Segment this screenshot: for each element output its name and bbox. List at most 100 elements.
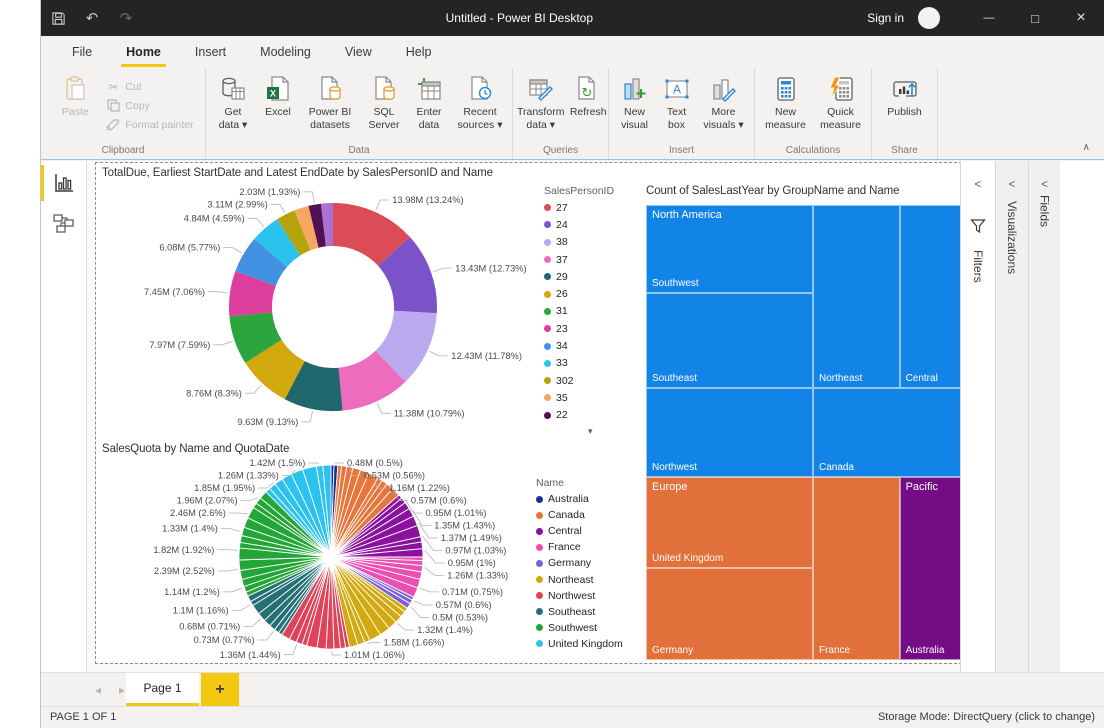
tab-insert[interactable]: Insert	[178, 36, 243, 68]
data-label: 0.95M (1%)	[448, 558, 496, 568]
save-icon	[51, 11, 66, 26]
paste-button[interactable]: Paste	[52, 73, 98, 119]
svg-text:X: X	[270, 89, 276, 99]
maximize-button[interactable]: □	[1012, 0, 1058, 36]
publish-button[interactable]: Publish	[879, 73, 931, 119]
transform-data-button[interactable]: Transformdata ▾	[513, 73, 568, 131]
legend-item[interactable]: 23	[544, 320, 614, 337]
cut-icon: ✂	[104, 79, 122, 95]
save-button[interactable]	[41, 0, 75, 36]
legend-item[interactable]: Central	[536, 523, 623, 539]
label-leader-line	[424, 568, 444, 576]
treemap-cell-france[interactable]: France	[813, 477, 900, 660]
label-leader-line	[367, 643, 380, 644]
cut-button[interactable]: ✂Cut	[104, 77, 193, 96]
sql-server-button[interactable]: SQLServer	[361, 73, 407, 131]
donut-legend: SalesPersonID272438372926312334333023522…	[544, 185, 614, 437]
legend-item[interactable]: 22	[544, 407, 614, 424]
legend-item[interactable]: Australia	[536, 491, 623, 507]
legend-item[interactable]: 27	[544, 199, 614, 216]
powerbi-datasets-button[interactable]: Power BIdatasets	[299, 73, 361, 131]
tab-modeling[interactable]: Modeling	[243, 36, 328, 68]
new-visual-button[interactable]: Newvisual	[612, 73, 658, 131]
legend-item[interactable]: Southwest	[536, 620, 623, 636]
storage-mode-status[interactable]: Storage Mode: DirectQuery (click to chan…	[878, 711, 1095, 723]
undo-button[interactable]: ↶	[75, 0, 109, 36]
legend-item[interactable]: 33	[544, 355, 614, 372]
treemap-chart[interactable]: North AmericaSouthwestSoutheastNorthwest…	[646, 205, 991, 660]
collapse-ribbon-button[interactable]: ∧	[1083, 142, 1090, 153]
previous-page-button[interactable]: ◂	[86, 683, 110, 697]
data-label: 1.85M (1.95%)	[194, 483, 255, 493]
treemap-cell-southeast[interactable]: Southeast	[646, 293, 813, 388]
excel-button[interactable]: X Excel	[257, 73, 299, 119]
donut-chart[interactable]: 2.03M (1.93%)3.11M (2.99%)4.84M (4.59%)6…	[96, 179, 546, 445]
legend-item[interactable]: 26	[544, 285, 614, 302]
data-label: 12.43M (11.78%)	[451, 351, 522, 361]
legend-item[interactable]: United Kingdom	[536, 636, 623, 652]
treemap-cell-northwest[interactable]: Northwest	[646, 388, 813, 477]
data-label: 2.03M (1.93%)	[239, 187, 300, 197]
label-leader-line	[218, 570, 238, 572]
panel-collapse-icon[interactable]: <	[974, 177, 981, 191]
legend-item[interactable]: 35	[544, 389, 614, 406]
tab-home[interactable]: Home	[109, 36, 178, 68]
sign-in-button[interactable]: Sign in	[867, 11, 904, 25]
treemap-cell-united-kingdom[interactable]: EuropeUnited Kingdom	[646, 477, 813, 568]
treemap-cell-germany[interactable]: Germany	[646, 568, 813, 660]
legend-item[interactable]: 37	[544, 251, 614, 268]
treemap-cell-label: Australia	[906, 645, 945, 656]
pie-chart[interactable]: 1.42M (1.5%)1.26M (1.33%)1.85M (1.95%)1.…	[96, 455, 556, 663]
format-painter-button[interactable]: Format painter	[104, 115, 193, 134]
legend-item[interactable]: Northwest	[536, 588, 623, 604]
label-leader-line	[414, 601, 433, 605]
legend-item[interactable]: Northeast	[536, 571, 623, 587]
fields-panel-collapsed[interactable]: < Fields	[1028, 161, 1060, 672]
data-label: 1.1M (1.16%)	[173, 606, 229, 616]
main-area: TotalDue, Earliest StartDate and Latest …	[41, 161, 1104, 672]
get-data-button[interactable]: Getdata ▾	[209, 73, 257, 131]
data-label: 0.68M (0.71%)	[179, 622, 240, 632]
legend-item[interactable]: 24	[544, 216, 614, 233]
legend-item[interactable]: Southeast	[536, 604, 623, 620]
treemap-cell-southwest[interactable]: North AmericaSouthwest	[646, 205, 813, 293]
tab-help[interactable]: Help	[389, 36, 449, 68]
legend-item[interactable]: Canada	[536, 507, 623, 523]
account-avatar[interactable]	[918, 7, 940, 29]
legend-item[interactable]: 38	[544, 234, 614, 251]
label-leader-line	[232, 605, 251, 611]
copy-button[interactable]: Copy	[104, 96, 193, 115]
legend-item[interactable]: 29	[544, 268, 614, 285]
tab-file[interactable]: File	[55, 36, 109, 68]
legend-item[interactable]: 302	[544, 372, 614, 389]
text-box-button[interactable]: A Textbox	[658, 73, 696, 131]
add-page-button[interactable]: +	[201, 673, 239, 706]
page-tab[interactable]: Page 1	[126, 673, 199, 706]
legend-item[interactable]: France	[536, 539, 623, 555]
report-view-button[interactable]	[52, 171, 76, 195]
refresh-button[interactable]: ↻ Refresh	[568, 73, 608, 119]
minimize-button[interactable]: —	[966, 0, 1012, 36]
legend-scroll-icon[interactable]: ▾	[588, 426, 614, 437]
legend-dot	[536, 624, 543, 631]
visualizations-panel-collapsed[interactable]: < Visualizations	[995, 161, 1028, 672]
new-measure-button[interactable]: Newmeasure	[758, 73, 813, 131]
close-button[interactable]: ×	[1058, 0, 1104, 36]
quick-measure-button[interactable]: Quickmeasure	[813, 73, 868, 131]
redo-button[interactable]: ↷	[109, 0, 143, 36]
legend-dot	[544, 377, 551, 384]
enter-data-button[interactable]: Enterdata	[407, 73, 451, 131]
model-view-button[interactable]	[52, 211, 76, 235]
treemap-cell-northeast[interactable]: Northeast	[813, 205, 900, 388]
recent-sources-button[interactable]: Recentsources ▾	[451, 73, 509, 131]
table-pencil-icon	[527, 75, 555, 103]
panel-collapse-icon[interactable]: <	[1041, 177, 1048, 191]
legend-item[interactable]: Germany	[536, 555, 623, 571]
more-visuals-button[interactable]: Morevisuals ▾	[696, 73, 752, 131]
tab-view[interactable]: View	[328, 36, 389, 68]
report-page[interactable]: TotalDue, Earliest StartDate and Latest …	[96, 163, 991, 663]
legend-item[interactable]: 31	[544, 303, 614, 320]
filters-panel-collapsed[interactable]: < Filters	[960, 161, 995, 672]
legend-item[interactable]: 34	[544, 337, 614, 354]
panel-collapse-icon[interactable]: <	[1008, 177, 1015, 191]
